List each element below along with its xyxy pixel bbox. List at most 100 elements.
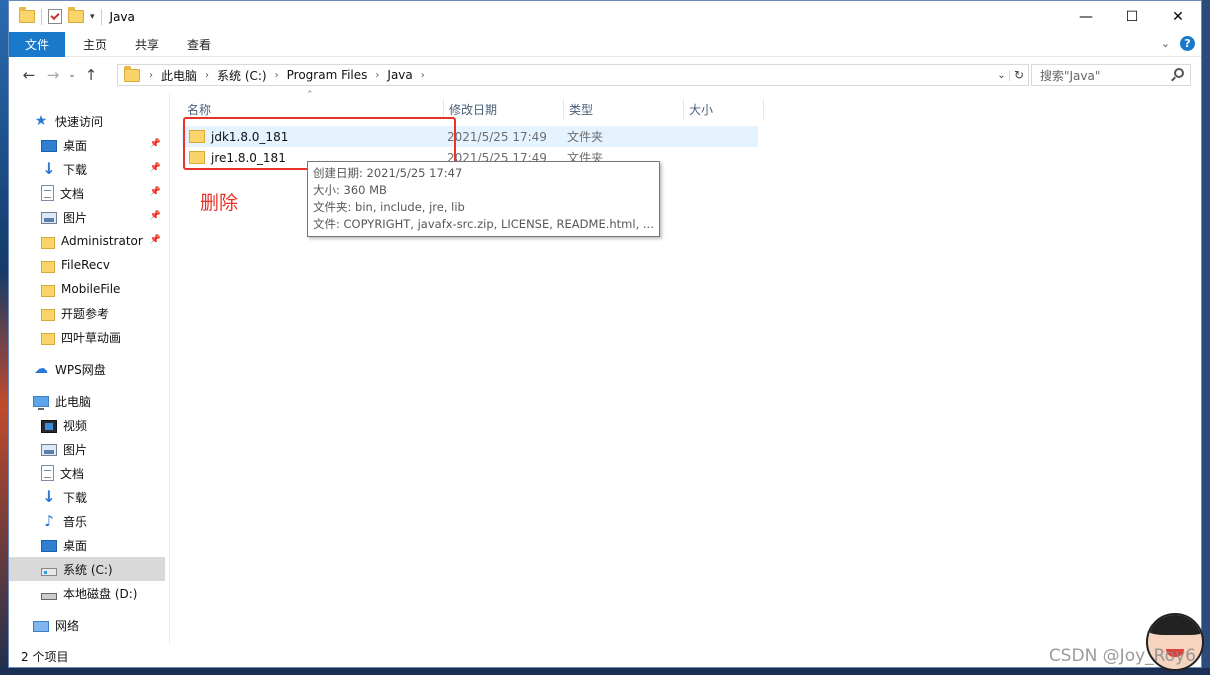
navigation-pane: ★ 快速访问 桌面 📌 ↓ 下载 📌 文档 📌 图片 📌 Administrator 📌 FileRecv… [9, 93, 165, 645]
chevron-right-icon[interactable]: › [272, 70, 282, 81]
title-bar: ▾ Java — ☐ ✕ [9, 1, 1201, 32]
column-type[interactable]: 类型 [564, 99, 684, 119]
pin-icon[interactable]: 📌 [150, 163, 161, 173]
minimize-button[interactable]: — [1063, 1, 1109, 32]
cloud-icon: ☁ [34, 361, 48, 377]
folder-icon [41, 332, 55, 345]
sidebar-item-label: 下载 [63, 490, 88, 505]
column-date-modified[interactable]: 修改日期 [444, 99, 564, 119]
sidebar-item[interactable]: 视频 [9, 413, 165, 437]
sidebar-item[interactable]: ↓ 下载 📌 [9, 157, 165, 181]
sidebar-item-label: 图片 [63, 442, 88, 457]
sidebar-item[interactable]: 图片 📌 [9, 205, 165, 229]
chevron-right-icon[interactable]: › [418, 70, 428, 81]
folder-icon [124, 65, 140, 82]
forward-button[interactable]: → [41, 66, 65, 84]
sidebar-item-label: 下载 [63, 162, 88, 177]
breadcrumb-program-files[interactable]: Program Files [282, 68, 373, 82]
content-area: ★ 快速访问 桌面 📌 ↓ 下载 📌 文档 📌 图片 📌 Administrator 📌 FileRecv… [9, 90, 1201, 645]
recent-locations-button[interactable]: ⌄ [65, 70, 79, 80]
ribbon-right: ⌄ ? [1161, 36, 1195, 51]
properties-icon[interactable] [48, 9, 62, 24]
taskbar-edge [0, 668, 1210, 675]
expand-ribbon-icon[interactable]: ⌄ [1161, 37, 1170, 50]
chevron-right-icon[interactable]: › [146, 70, 156, 81]
sidebar-item[interactable]: 文档 📌 [9, 181, 165, 205]
address-history-icon[interactable]: ⌄ [994, 69, 1010, 81]
pin-icon[interactable]: 📌 [150, 139, 161, 149]
sidebar-item[interactable]: ★ 快速访问 [9, 109, 165, 133]
sidebar-item[interactable]: 文档 [9, 461, 165, 485]
watermark: CSDN @Joy_Roy6 [1048, 646, 1196, 666]
sidebar-item[interactable]: ↓ 下载 [9, 485, 165, 509]
tooltip-line: 创建日期: 2021/5/25 17:47 [313, 166, 463, 180]
address-bar[interactable]: › 此电脑 › 系统 (C:) › Program Files › Java ›… [117, 64, 1029, 86]
breadcrumb-this-pc[interactable]: 此电脑 [156, 67, 202, 84]
sidebar-item[interactable]: 系统 (C:) [9, 557, 165, 581]
ribbon-tabs: 文件 主页 共享 查看 ⌄ ? [9, 31, 1201, 57]
back-button[interactable]: ← [17, 66, 41, 84]
column-size[interactable]: 大小 [684, 99, 764, 119]
search-icon[interactable] [1174, 68, 1184, 78]
maximize-button[interactable]: ☐ [1109, 1, 1155, 32]
sidebar-item[interactable]: 此电脑 [9, 389, 165, 413]
sidebar-item[interactable]: 网络 [9, 613, 165, 637]
window-title: Java [109, 9, 135, 24]
tab-share[interactable]: 共享 [121, 32, 173, 57]
breadcrumb-java[interactable]: Java [382, 68, 417, 82]
status-bar: 2 个项目 [9, 645, 1201, 667]
music-icon: ♪ [44, 512, 54, 530]
refresh-icon[interactable]: ↻ [1010, 68, 1028, 82]
sidebar-item[interactable]: 桌面 [9, 533, 165, 557]
breadcrumb-system-c[interactable]: 系统 (C:) [212, 67, 272, 84]
sidebar-item-label: 桌面 [63, 538, 88, 553]
tooltip-line: 文件夹: bin, include, jre, lib [313, 200, 465, 214]
pin-icon[interactable]: 📌 [150, 211, 161, 221]
computer-icon [33, 396, 49, 410]
pin-icon[interactable]: 📌 [150, 235, 161, 245]
folder-icon [41, 236, 55, 249]
sidebar-item-label: 快速访问 [55, 114, 104, 129]
chevron-right-icon[interactable]: › [372, 70, 382, 81]
sidebar-item[interactable]: MobileFile [9, 277, 165, 301]
search-placeholder: 搜索"Java" [1040, 68, 1101, 83]
type-cell: 文件夹 [567, 130, 604, 144]
star-icon: ★ [34, 113, 48, 129]
sidebar-item[interactable]: ♪ 音乐 [9, 509, 165, 533]
item-count: 2 个项目 [21, 649, 69, 664]
customize-toolbar-icon[interactable]: ▾ [90, 12, 95, 22]
new-folder-icon[interactable] [68, 7, 84, 23]
up-button[interactable]: ↑ [79, 66, 103, 84]
sidebar-item[interactable]: FileRecv [9, 253, 165, 277]
file-list: ⌃ 名称 修改日期 类型 大小 jdk1.8.0_181 2021/5/25 1… [169, 90, 1201, 645]
sidebar-item[interactable]: 四叶草动画 [9, 325, 165, 349]
folder-icon [41, 260, 55, 273]
sidebar-item[interactable]: 桌面 📌 [9, 133, 165, 157]
tab-home[interactable]: 主页 [69, 32, 121, 57]
tab-view[interactable]: 查看 [173, 32, 225, 57]
folder-icon [19, 7, 35, 23]
download-icon: ↓ [42, 159, 56, 178]
column-name[interactable]: 名称 [182, 99, 444, 119]
sidebar-item-label: 视频 [63, 418, 88, 433]
sidebar-item-label: MobileFile [61, 282, 121, 296]
sidebar-item-label: 音乐 [63, 514, 88, 529]
folder-icon [41, 308, 55, 321]
drive-icon [41, 567, 57, 576]
sidebar-item[interactable]: Administrator 📌 [9, 229, 165, 253]
chevron-right-icon[interactable]: › [202, 70, 212, 81]
sidebar-item[interactable]: ☁ WPS网盘 [9, 357, 165, 381]
sidebar-item[interactable]: 本地磁盘 (D:) [9, 581, 165, 605]
search-input[interactable]: 搜索"Java" [1031, 64, 1191, 86]
tooltip-line: 文件: COPYRIGHT, javafx-src.zip, LICENSE, … [313, 217, 654, 231]
column-headers: 名称 修改日期 类型 大小 [182, 99, 764, 119]
close-button[interactable]: ✕ [1155, 1, 1201, 32]
tab-file[interactable]: 文件 [9, 31, 66, 57]
sidebar-item[interactable]: 开题参考 [9, 301, 165, 325]
sidebar-item-label: FileRecv [61, 258, 110, 272]
help-icon[interactable]: ? [1180, 36, 1195, 51]
download-icon: ↓ [42, 487, 56, 506]
pin-icon[interactable]: 📌 [150, 187, 161, 197]
sidebar-item[interactable]: 图片 [9, 437, 165, 461]
document-icon [41, 465, 54, 481]
